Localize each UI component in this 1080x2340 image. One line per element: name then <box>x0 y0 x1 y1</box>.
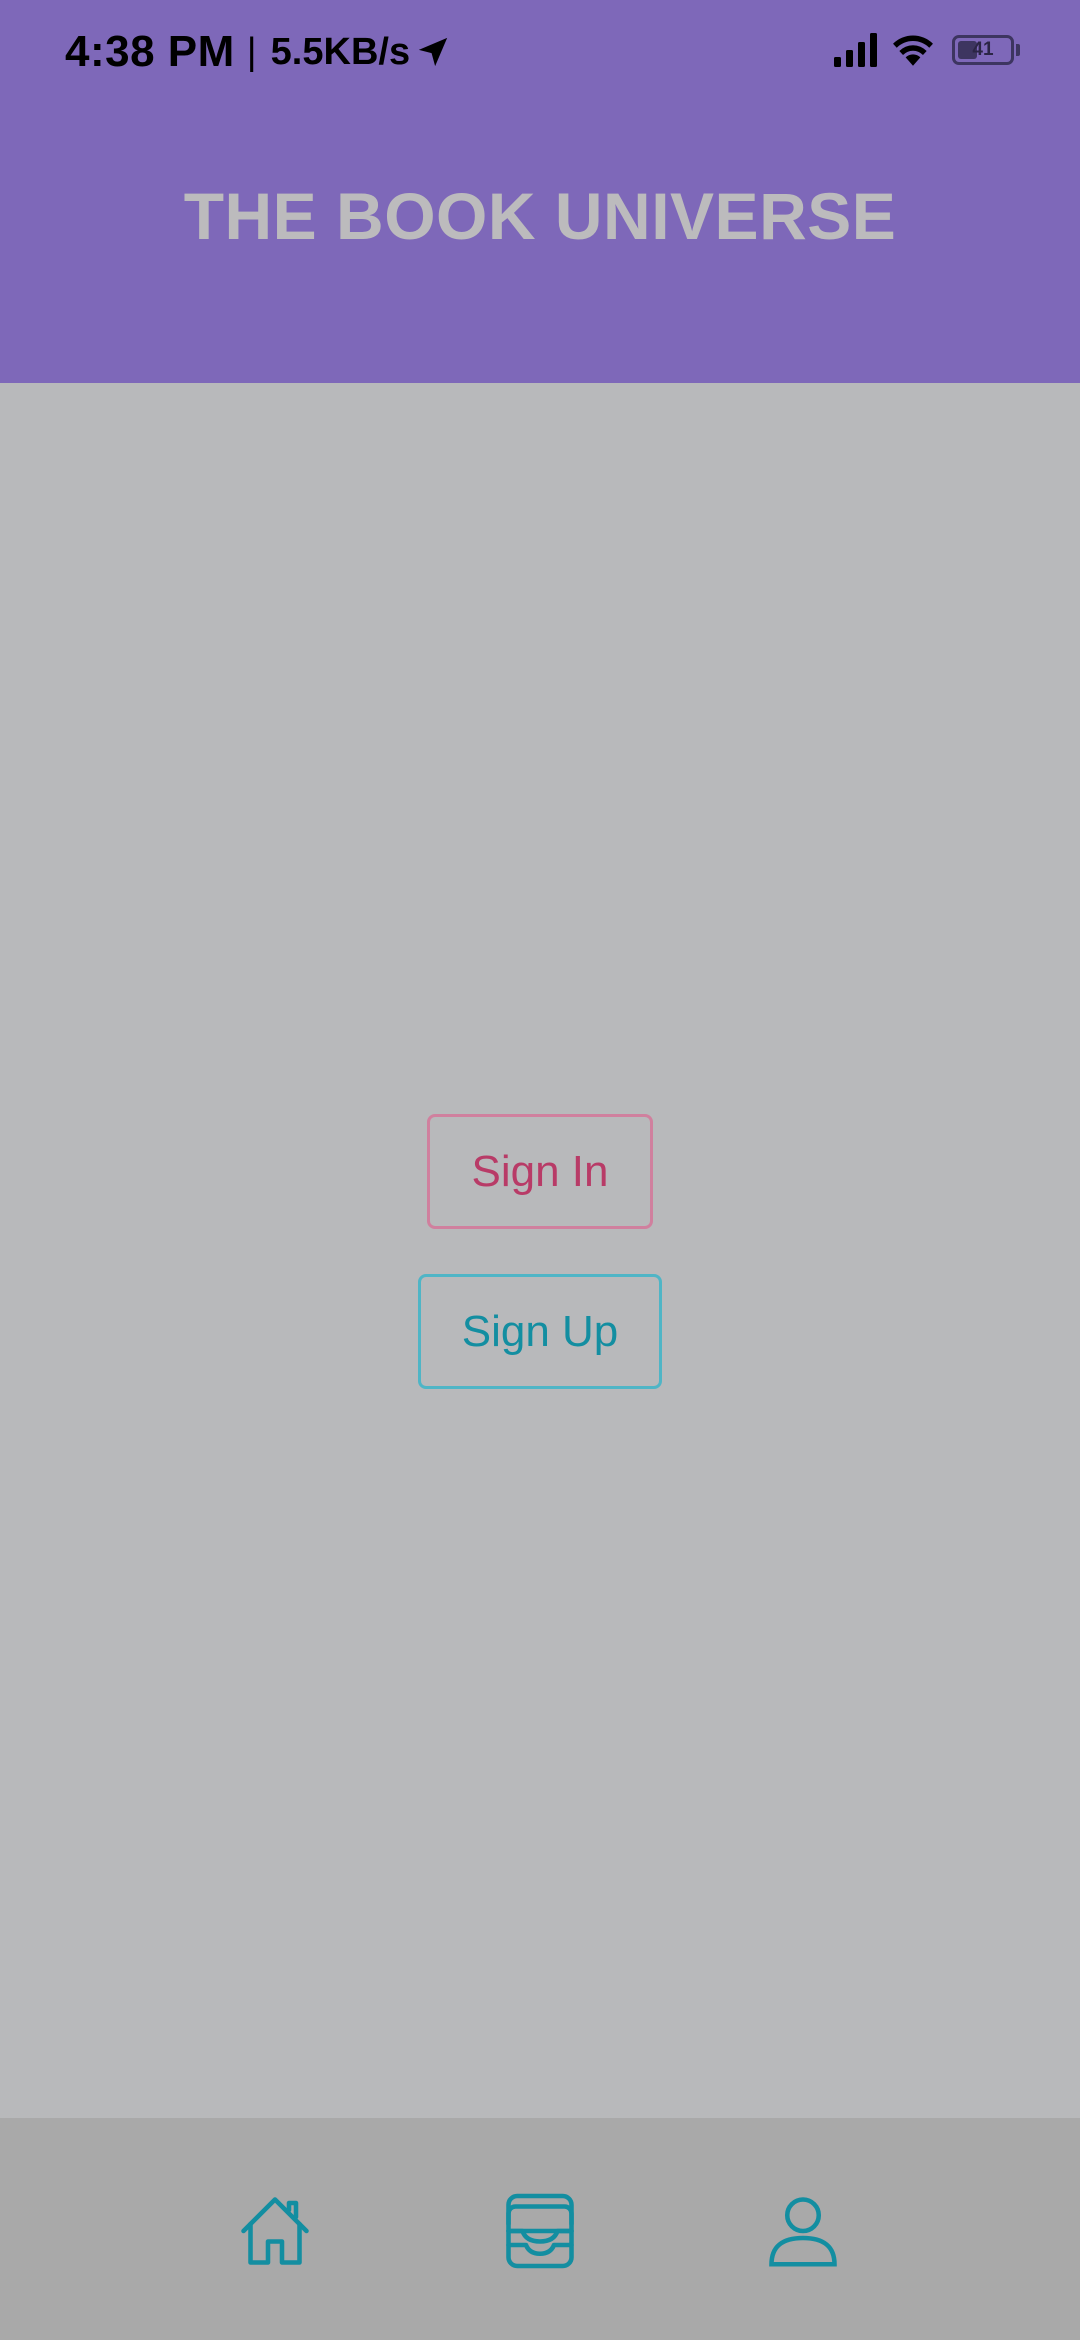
status-right: 41 <box>834 28 1020 72</box>
wifi-icon <box>893 35 933 66</box>
app-header: THE BOOK UNIVERSE <box>0 100 1080 383</box>
battery-nub <box>1016 44 1020 56</box>
main-content: Sign In Sign Up <box>0 383 1080 2118</box>
location-arrow-icon <box>418 37 448 67</box>
status-separator: | <box>246 30 257 73</box>
app-title: THE BOOK UNIVERSE <box>183 178 897 253</box>
profile-icon <box>769 2197 837 2267</box>
bottom-nav <box>0 2118 1080 2340</box>
home-icon <box>241 2197 309 2265</box>
inbox-icon <box>506 2193 574 2269</box>
network-speed: 5.5KB/s <box>270 30 411 73</box>
status-bar: 4:38 PM | 5.5KB/s 41 <box>0 0 1080 100</box>
battery-level: 41 <box>972 39 994 60</box>
status-time: 4:38 PM <box>65 27 235 76</box>
nav-inbox[interactable] <box>495 2186 585 2276</box>
signal-icon <box>834 33 877 67</box>
nav-profile[interactable] <box>758 2186 848 2276</box>
nav-home[interactable] <box>230 2186 320 2276</box>
sign-up-button[interactable]: Sign Up <box>418 1274 662 1389</box>
status-left: 4:38 PM | 5.5KB/s <box>65 22 450 82</box>
sign-in-button[interactable]: Sign In <box>427 1114 653 1229</box>
battery-icon: 41 <box>952 35 1014 65</box>
